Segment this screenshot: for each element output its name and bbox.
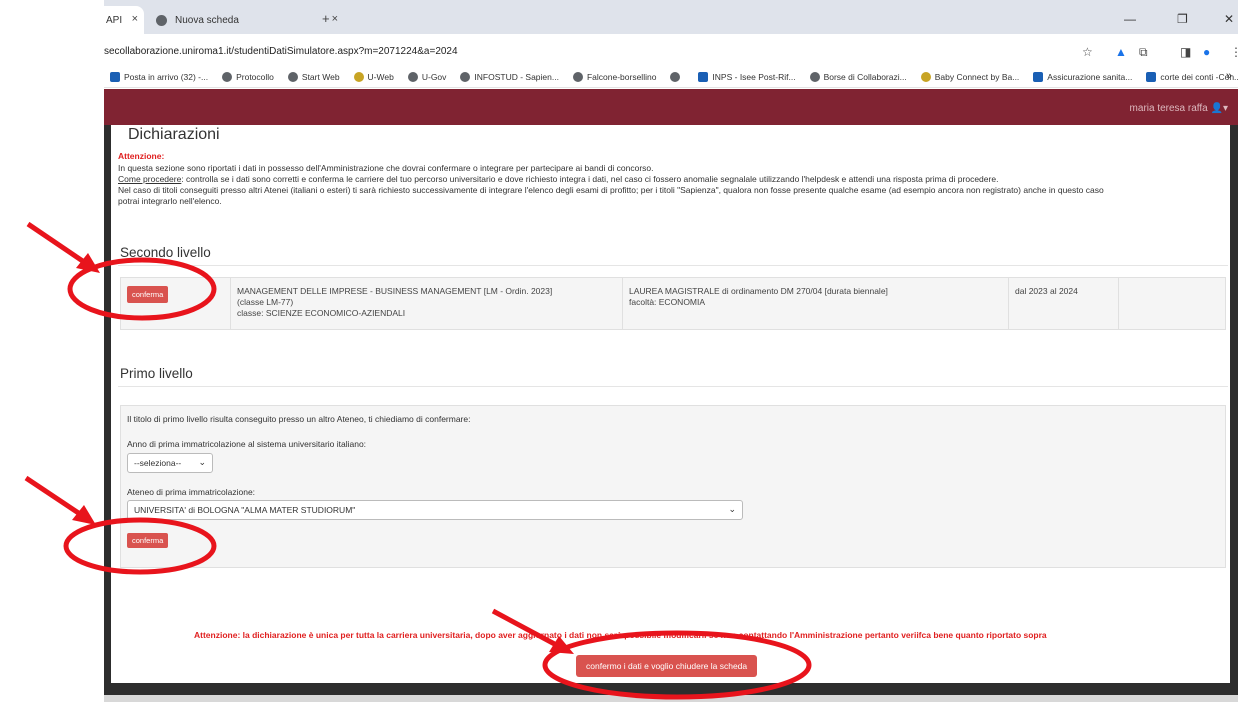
bookmark-item[interactable]: Falcone-borsellino <box>572 71 656 82</box>
close-window-icon[interactable]: ✕ <box>1224 12 1234 26</box>
arrow-annotation <box>26 221 92 269</box>
intro-line-4: potrai integrarlo nell'elenco. <box>118 196 222 206</box>
close-icon[interactable]: × <box>332 13 338 25</box>
university-label: Ateneo di prima immatricolazione: <box>127 487 256 497</box>
first-level-panel: Il titolo di primo livello risulta conse… <box>120 405 1226 568</box>
intro-line-1: In questa sezione sono riportati i dati … <box>118 163 654 173</box>
section-heading-first-level: Primo livello <box>120 366 193 381</box>
warning-label: Attenzione: <box>118 151 165 161</box>
chevron-down-icon: ⌄ <box>198 457 206 467</box>
profile-icon[interactable]: ● <box>1203 45 1210 59</box>
globe-icon <box>156 14 167 26</box>
bookmarks-bar: Posta in arrivo (32) -... Protocollo Sta… <box>104 66 1238 88</box>
bookmark-item[interactable]: INPS - Isee Post-Rif... <box>698 71 796 82</box>
menu-icon[interactable]: ⋮ <box>1230 45 1238 59</box>
arrow-head <box>76 253 100 273</box>
second-level-row: conferma MANAGEMENT DELLE IMPRESE - BUSI… <box>120 277 1226 330</box>
intro-line-2: Come procedere: controlla se i dati sono… <box>118 174 999 184</box>
globe-icon <box>222 71 233 82</box>
browser-tab-active[interactable]: API × <box>104 6 144 34</box>
confirm-first-level-button[interactable]: conferma <box>127 533 169 548</box>
bookmark-item[interactable]: Borse di Collaborazi... <box>809 71 907 82</box>
page-border-left <box>104 125 111 685</box>
degree-type: LAUREA MAGISTRALE di ordinamento DM 270/… <box>629 286 888 296</box>
degree-cell: LAUREA MAGISTRALE di ordinamento DM 270/… <box>623 278 1009 329</box>
divider <box>118 386 1228 387</box>
sidepanel-icon[interactable]: ◨ <box>1180 45 1191 59</box>
bookmark-item[interactable]: Assicurazione sanita... <box>1033 71 1132 82</box>
confirm-second-level-button[interactable]: conferma <box>127 286 169 303</box>
intro-line-3: Nel caso di titoli conseguiti presso alt… <box>118 185 1104 195</box>
globe-icon <box>670 71 681 82</box>
browser-tab-strip: API × Nuova scheda × + — ❐ ✕ <box>104 0 1238 34</box>
new-tab-button[interactable]: + <box>322 11 330 26</box>
row-action-cell: conferma <box>121 278 231 329</box>
corte-conti-icon <box>1146 71 1157 82</box>
year-select[interactable]: --seleziona-- ⌄ <box>127 453 213 473</box>
web-page: maria teresa raffa 👤▾ Dichiarazioni Atte… <box>104 89 1238 702</box>
tab-title: API <box>106 14 123 26</box>
bookmark-item[interactable]: Posta in arrivo (32) -... <box>110 71 208 82</box>
url-field[interactable]: secollaborazione.uniroma1.it/studentiDat… <box>104 46 458 57</box>
user-menu[interactable]: maria teresa raffa 👤▾ <box>1130 103 1228 114</box>
page-border-bottom <box>104 683 1238 695</box>
extensions-icon[interactable]: ⧉ <box>1139 45 1148 60</box>
horizontal-scrollbar[interactable] <box>104 695 1238 702</box>
emblem-icon <box>572 71 583 82</box>
pin-icon <box>353 71 364 82</box>
arrow-head <box>72 505 96 525</box>
star-icon[interactable]: ☆ <box>1082 45 1093 59</box>
divider <box>118 265 1228 266</box>
bookmark-item[interactable]: Start Web <box>287 71 340 82</box>
faculty: facoltà: ECONOMIA <box>629 297 706 307</box>
year-label: Anno di prima immatricolazione al sistem… <box>127 439 367 449</box>
period-cell: dal 2023 al 2024 <box>1009 278 1119 329</box>
bookmark-item[interactable] <box>670 71 684 82</box>
user-icon: 👤▾ <box>1210 103 1228 114</box>
arrow-annotation <box>24 475 88 521</box>
first-level-notice: Il titolo di primo livello risulta conse… <box>127 414 471 424</box>
globe-icon <box>460 71 471 82</box>
confirm-and-close-button[interactable]: confermo i dati e voglio chiudere la sch… <box>576 655 758 677</box>
mail-icon <box>110 71 120 82</box>
ugov-icon <box>407 71 418 82</box>
babyconnect-icon <box>920 71 931 82</box>
university-select[interactable]: UNIVERSITA' di BOLOGNA "ALMA MATER STUDI… <box>127 500 743 520</box>
restore-icon[interactable]: ❐ <box>1177 12 1188 26</box>
top-navbar: maria teresa raffa 👤▾ <box>104 89 1238 125</box>
bookmark-item[interactable]: corte dei conti -Con... <box>1146 71 1238 82</box>
bookmark-item[interactable]: U-Gov <box>407 71 446 82</box>
minimize-icon[interactable]: — <box>1124 12 1136 26</box>
course-class: classe: SCIENZE ECONOMICO-AZIENDALI <box>237 308 406 318</box>
course-class-code: (classe LM-77) <box>237 297 294 307</box>
inps-icon <box>698 71 709 82</box>
drive-icon[interactable]: ▲ <box>1115 45 1127 59</box>
empty-cell <box>1119 278 1225 329</box>
bookmark-item[interactable]: INFOSTUD - Sapien... <box>460 71 559 82</box>
globe-icon <box>809 71 820 82</box>
browser-tab-new[interactable]: Nuova scheda × <box>148 6 344 34</box>
course-cell: MANAGEMENT DELLE IMPRESE - BUSINESS MANA… <box>231 278 623 329</box>
page-border-right <box>1230 125 1238 685</box>
section-heading-second-level: Secondo livello <box>120 245 211 260</box>
final-warning: Attenzione: la dichiarazione è unica per… <box>194 630 1047 640</box>
close-icon[interactable]: × <box>132 13 138 25</box>
course-name: MANAGEMENT DELLE IMPRESE - BUSINESS MANA… <box>237 286 553 296</box>
house-icon <box>1033 71 1044 82</box>
more-bookmarks-icon[interactable]: » <box>1226 70 1232 82</box>
bookmark-item[interactable]: Baby Connect by Ba... <box>920 71 1019 82</box>
bookmark-item[interactable]: Protocollo <box>222 71 274 82</box>
globe-icon <box>287 71 298 82</box>
how-to-link[interactable]: Come procedere <box>118 174 181 184</box>
chevron-down-icon: ⌄ <box>728 504 736 514</box>
address-bar: secollaborazione.uniroma1.it/studentiDat… <box>104 34 1238 66</box>
bookmark-item[interactable]: U-Web <box>353 71 394 82</box>
screenshot: API × Nuova scheda × + — ❐ ✕ secollabora… <box>104 0 1238 702</box>
tab-title: Nuova scheda <box>175 14 239 26</box>
page-title: Dichiarazioni <box>128 126 220 143</box>
